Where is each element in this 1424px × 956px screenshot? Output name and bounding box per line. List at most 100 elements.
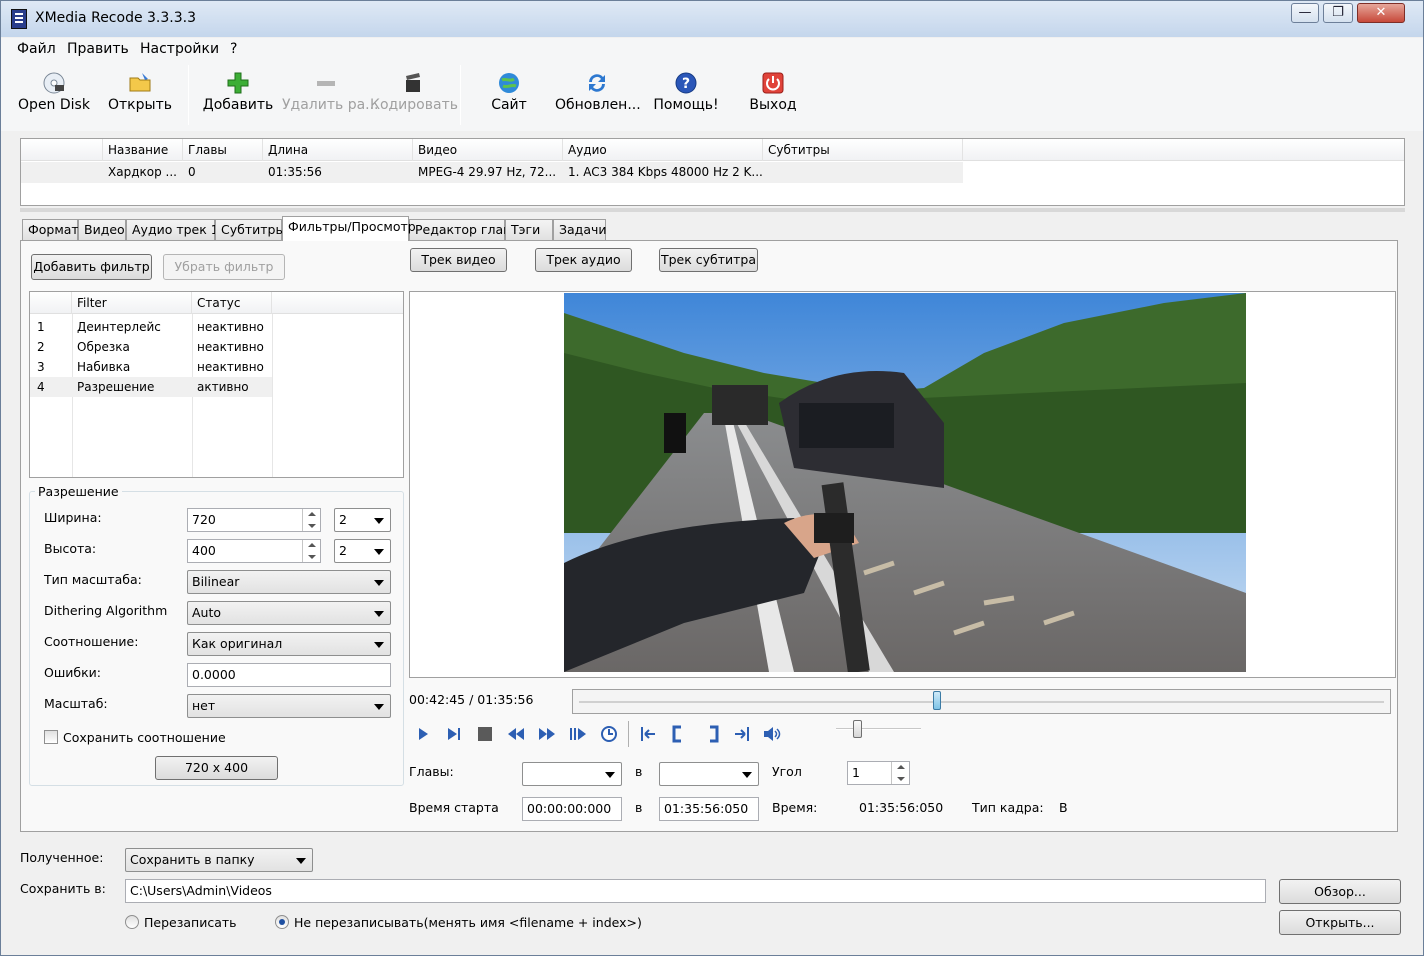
save-path-field[interactable]: C:\Users\Admin\Videos [125, 879, 1266, 903]
encode-button[interactable]: Кодировать [370, 65, 458, 125]
received-select[interactable]: Сохранить в папку [125, 848, 313, 872]
file-audio-cell: 1. AC3 384 Kbps 48000 Hz 2 K... [568, 165, 763, 179]
table-row[interactable]: Хардкор ... 0 01:35:56 MPEG-4 29.97 Hz, … [21, 162, 963, 183]
angle-spinner[interactable] [891, 762, 909, 784]
toolbar: Open Disk Открыть Добавить Удалить ра...… [1, 61, 1423, 131]
file-list[interactable]: Название Главы Длина Видео Аудио Субтитр… [20, 138, 1405, 206]
mark-out-icon[interactable] [703, 724, 723, 744]
size-button[interactable]: 720 x 400 [155, 756, 278, 780]
menu-file[interactable]: Файл [17, 41, 56, 57]
mark-in-icon[interactable] [668, 724, 688, 744]
open-button[interactable]: Открыть [105, 65, 175, 125]
rewind-icon[interactable] [506, 724, 526, 744]
file-list-col-video[interactable]: Видео [413, 139, 563, 161]
open-folder-button[interactable]: Открыть... [1279, 910, 1401, 935]
close-button[interactable]: ✕ [1357, 3, 1405, 23]
tab-subtitles[interactable]: Субтитры [215, 219, 285, 241]
width-field[interactable]: 720 [187, 508, 321, 532]
file-list-col-chapters[interactable]: Главы [183, 139, 263, 161]
list-item[interactable]: 3 Набивка неактивно [30, 357, 272, 377]
list-scrollbar[interactable] [20, 208, 1405, 212]
add-button[interactable]: Добавить [201, 65, 275, 125]
filter-col-status[interactable]: Статус [192, 292, 272, 314]
height-divisor-select[interactable]: 2 [334, 539, 391, 563]
file-list-col-subtitles[interactable]: Субтитры [763, 139, 963, 161]
menu-settings[interactable]: Настройки [140, 41, 219, 57]
chevron-down-icon [374, 518, 384, 524]
remove-button[interactable]: Удалить ра... [282, 65, 379, 125]
width-divisor-select[interactable]: 2 [334, 508, 391, 532]
ratio-select[interactable]: Как оригинал [187, 632, 391, 656]
update-label: Обновлен... [555, 97, 641, 113]
help-button[interactable]: ? Помощь! [651, 65, 721, 125]
no-overwrite-radio[interactable] [275, 915, 289, 929]
time-label: Время: [772, 800, 818, 815]
filter-col-index [30, 292, 72, 314]
filter-index: 3 [37, 360, 45, 374]
minimize-button[interactable]: — [1291, 3, 1319, 23]
audio-track-button[interactable]: Трек аудио [535, 248, 632, 272]
open-disk-button[interactable]: Open Disk [15, 65, 93, 125]
chapters-label: Главы: [409, 764, 454, 779]
play-icon[interactable] [413, 724, 433, 744]
browse-button[interactable]: Обзор... [1279, 879, 1401, 904]
stop-icon[interactable] [475, 724, 495, 744]
start-time-field[interactable]: 00:00:00:000 [522, 797, 622, 821]
resolution-group-title: Разрешение [35, 484, 122, 499]
chapter-to-select[interactable] [659, 762, 759, 786]
volume-thumb[interactable] [853, 720, 863, 738]
site-button[interactable]: Сайт [479, 65, 539, 125]
tab-chapter-editor[interactable]: Редактор глав [409, 219, 511, 241]
menu-edit[interactable]: Править [67, 41, 129, 57]
exit-button[interactable]: Выход [741, 65, 805, 125]
height-field[interactable]: 400 [187, 539, 321, 563]
file-list-col-length[interactable]: Длина [263, 139, 413, 161]
tab-filters-preview[interactable]: Фильтры/Просмотр [282, 216, 416, 241]
list-item-selected[interactable]: 4 Разрешение активно [30, 377, 272, 397]
title-bar[interactable]: XMedia Recode 3.3.3.3 — ❐ ✕ [1, 1, 1423, 37]
file-list-col-name[interactable]: Название [103, 139, 183, 161]
overwrite-label: Перезаписать [144, 915, 237, 930]
next-frame-icon[interactable] [568, 724, 588, 744]
disc-icon [43, 72, 65, 94]
site-label: Сайт [491, 97, 527, 113]
tab-tasks[interactable]: Задачи [553, 219, 607, 241]
errors-field[interactable]: 0.0000 [187, 663, 391, 687]
keep-ratio-checkbox[interactable] [44, 730, 58, 744]
volume-icon[interactable] [762, 724, 782, 744]
remove-filter-button[interactable]: Убрать фильтр [163, 254, 285, 280]
width-spinner[interactable] [302, 509, 320, 531]
tab-video[interactable]: Видео [78, 219, 126, 241]
tab-audio-track[interactable]: Аудио трек 1 [126, 219, 219, 241]
list-item[interactable]: 1 Деинтерлейс неактивно [30, 317, 272, 337]
dithering-select[interactable]: Auto [187, 601, 391, 625]
file-list-col-audio[interactable]: Аудио [563, 139, 763, 161]
tab-tags[interactable]: Тэги [505, 219, 553, 241]
add-filter-button[interactable]: Добавить фильтр [31, 254, 152, 280]
volume-slider[interactable] [836, 728, 921, 730]
go-to-start-icon[interactable] [638, 724, 658, 744]
timeline-track[interactable] [572, 689, 1391, 714]
step-forward-icon[interactable] [444, 724, 464, 744]
tab-format[interactable]: Формат [22, 219, 79, 241]
go-to-end-icon[interactable] [732, 724, 752, 744]
angle-field[interactable]: 1 [847, 761, 910, 785]
maximize-button[interactable]: ❐ [1323, 3, 1353, 23]
list-item[interactable]: 2 Обрезка неактивно [30, 337, 272, 357]
filter-list[interactable]: Filter Статус 1 Деинтерлейс неактивно 2 … [29, 291, 404, 478]
end-time-field[interactable]: 01:35:56:050 [659, 797, 759, 821]
clock-icon[interactable] [599, 724, 619, 744]
menu-help[interactable]: ? [230, 41, 237, 57]
update-button[interactable]: Обновлен... [555, 65, 641, 125]
subtitle-track-button[interactable]: Трек субтитра [659, 248, 758, 272]
filter-col-name[interactable]: Filter [72, 292, 192, 314]
menu-bar: Файл Править Настройки ? [1, 38, 1423, 61]
scale-type-select[interactable]: Bilinear [187, 570, 391, 594]
fast-forward-icon[interactable] [537, 724, 557, 744]
height-spinner[interactable] [302, 540, 320, 562]
chapter-from-select[interactable] [522, 762, 622, 786]
scale-select[interactable]: нет [187, 694, 391, 718]
timeline-thumb[interactable] [933, 691, 942, 710]
overwrite-radio[interactable] [125, 915, 139, 929]
video-track-button[interactable]: Трек видео [410, 248, 507, 272]
